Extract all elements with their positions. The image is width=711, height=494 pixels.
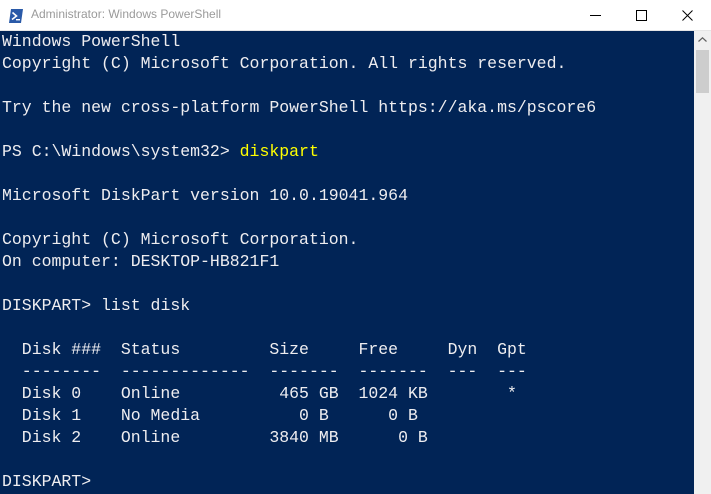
banner-line: Windows PowerShell [2,32,181,51]
console-lines: Windows PowerShell Copyright (C) Microso… [2,31,596,493]
disk-table-header: Disk ### Status Size Free Dyn Gpt [2,340,527,359]
diskpart-copyright-line: Copyright (C) Microsoft Corporation. [2,230,359,249]
list-disk-command: list disk [101,296,191,315]
blank-line [2,273,596,295]
minimize-button[interactable] [573,0,619,30]
blank-line [2,119,596,141]
blank-line [2,449,596,471]
blank-line [2,75,596,97]
disk-table-row: Disk 0 Online 465 GB 1024 KB * [2,384,517,403]
maximize-button[interactable] [619,0,665,30]
prompt-line: DISKPART> [2,471,596,493]
powershell-window: Administrator: Windows PowerShell Window… [0,0,711,494]
title-bar[interactable]: Administrator: Windows PowerShell [0,0,711,31]
powershell-icon[interactable] [8,8,24,24]
window-title: Administrator: Windows PowerShell [31,7,222,21]
computer-line: On computer: DESKTOP-HB821F1 [2,252,280,271]
vertical-scrollbar[interactable] [694,31,711,494]
diskpart-prompt: DISKPART> [2,296,102,315]
diskpart-version-line: Microsoft DiskPart version 10.0.19041.96… [2,186,408,205]
blank-line [2,317,596,339]
blank-line [2,207,596,229]
console-output[interactable]: Windows PowerShell Copyright (C) Microso… [0,31,694,494]
chevron-up-icon [698,37,707,42]
minimize-icon [590,15,601,16]
disk-table-row: Disk 2 Online 3840 MB 0 B [2,428,428,447]
ps-prompt: PS C:\Windows\system32> [2,142,240,161]
scrollbar-thumb[interactable] [696,50,709,93]
blank-line [2,163,596,185]
prompt-line: DISKPART> list disk [2,295,596,317]
tip-line: Try the new cross-platform PowerShell ht… [2,98,597,117]
disk-table-row: Disk 1 No Media 0 B 0 B [2,406,418,425]
disk-table-rule: -------- ------------- ------- ------- -… [2,362,527,381]
maximize-icon [636,10,647,21]
diskpart-command: diskpart [239,142,319,161]
scroll-up-button[interactable] [694,31,711,48]
prompt-line: PS C:\Windows\system32> diskpart [2,141,596,163]
close-icon [682,10,693,21]
diskpart-prompt: DISKPART> [2,472,102,491]
close-button[interactable] [665,0,711,30]
copyright-line: Copyright (C) Microsoft Corporation. All… [2,54,567,73]
